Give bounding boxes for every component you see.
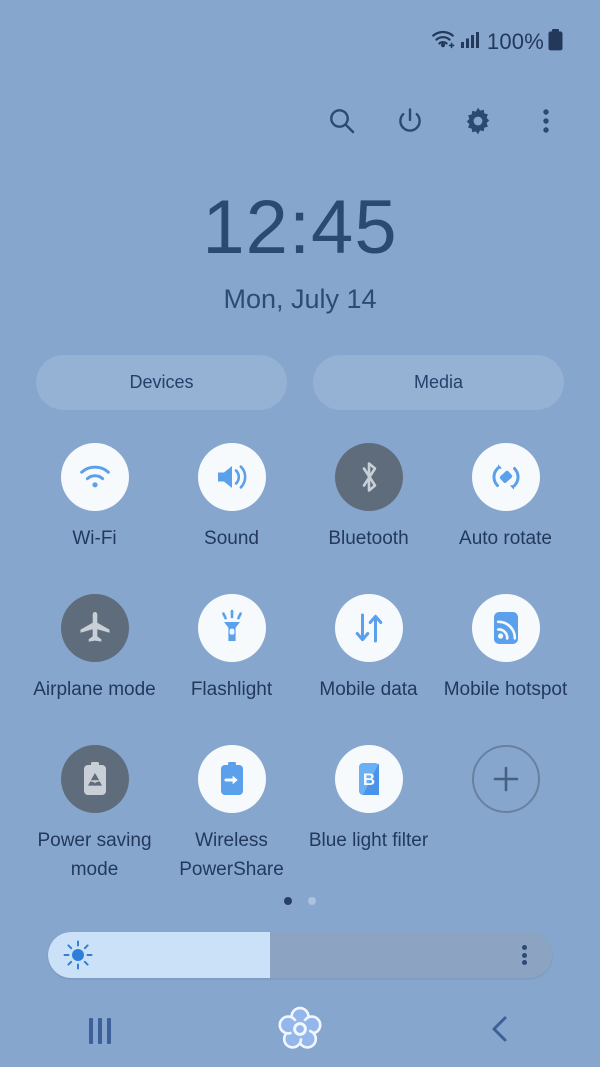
svg-text:B: B — [362, 770, 374, 789]
power-saving-icon — [60, 745, 129, 813]
add-icon — [471, 745, 540, 813]
mobile-hotspot-icon — [471, 594, 540, 662]
wifi-icon — [431, 29, 457, 56]
quick-settings-panel: 100% 12:45 Mon, July 14 Devices Media Wi… — [0, 0, 600, 1067]
tile-power-saving-mode[interactable]: Power saving mode — [26, 745, 163, 896]
brightness-more-options-icon[interactable] — [512, 943, 536, 967]
tile-label: Wi-Fi — [72, 528, 117, 549]
tile-wireless-powershare[interactable]: Wireless PowerShare — [163, 745, 300, 896]
tile-bluetooth[interactable]: Bluetooth — [300, 443, 437, 594]
tile-label: Bluetooth — [328, 528, 409, 549]
tile-mobile-hotspot[interactable]: Mobile hotspot — [437, 594, 574, 745]
battery-percent-text: 100% — [486, 29, 544, 54]
recents-button[interactable] — [64, 1003, 136, 1059]
tile-label: Auto rotate — [459, 528, 552, 549]
bluetooth-icon — [334, 443, 403, 511]
tile-label: Airplane mode — [33, 679, 156, 700]
brightness-sun-icon — [62, 939, 94, 971]
quick-settings-tile-grid: Wi-Fi Sound Bluetooth Auto rotate Airpla… — [26, 443, 574, 896]
tile-flashlight[interactable]: Flashlight — [163, 594, 300, 745]
power-icon[interactable] — [392, 103, 428, 139]
page-dot-active[interactable] — [284, 897, 292, 905]
auto-rotate-icon — [471, 443, 540, 511]
flower-home-icon — [274, 1003, 326, 1060]
tile-mobile-data[interactable]: Mobile data — [300, 594, 437, 745]
more-options-icon[interactable] — [528, 103, 564, 139]
dot — [521, 945, 527, 950]
back-button[interactable] — [464, 1003, 536, 1059]
airplane-icon — [60, 594, 129, 662]
tile-label: Power saving mode — [37, 830, 152, 880]
tile-sound[interactable]: Sound — [163, 443, 300, 594]
battery-full-icon — [547, 28, 564, 57]
gear-icon[interactable] — [460, 103, 496, 139]
back-chevron-icon — [486, 1013, 514, 1050]
tile-label: Mobile data — [319, 679, 418, 700]
page-dot-inactive[interactable] — [308, 897, 316, 905]
tile-blue-light-filter[interactable]: B Blue light filter — [300, 745, 437, 896]
status-icons: 100% — [431, 28, 564, 57]
devices-pill[interactable]: Devices — [36, 355, 287, 410]
page-indicator — [0, 897, 600, 905]
sound-icon — [197, 443, 266, 511]
shortcut-pill-row: Devices Media — [36, 355, 564, 410]
clock-date: Mon, July 14 — [223, 284, 377, 314]
tile-label: Mobile hotspot — [443, 679, 568, 700]
wifi-icon — [60, 443, 129, 511]
tile-wifi[interactable]: Wi-Fi — [26, 443, 163, 594]
clock-area[interactable]: 12:45 Mon, July 14 — [0, 186, 600, 318]
wireless-powershare-icon — [197, 745, 266, 813]
dot — [521, 960, 527, 965]
brightness-slider[interactable] — [48, 932, 552, 978]
blue-light-filter-icon: B — [334, 745, 403, 813]
tile-auto-rotate[interactable]: Auto rotate — [437, 443, 574, 594]
tile-add-button[interactable] — [437, 745, 574, 896]
tile-label: Blue light filter — [308, 830, 429, 851]
header-icon-row — [0, 90, 600, 152]
tile-airplane-mode[interactable]: Airplane mode — [26, 594, 163, 745]
cellular-signal-icon — [460, 29, 480, 56]
tile-label: Sound — [204, 528, 259, 549]
flashlight-icon — [197, 594, 266, 662]
clock-time: 12:45 — [202, 185, 398, 270]
recents-icon — [89, 1018, 111, 1044]
tile-label: Flashlight — [190, 679, 273, 700]
status-bar: 100% — [0, 0, 600, 84]
tile-label: Wireless PowerShare — [179, 830, 284, 880]
mobile-data-icon — [334, 594, 403, 662]
search-icon[interactable] — [324, 103, 360, 139]
media-pill[interactable]: Media — [313, 355, 564, 410]
navigation-bar — [0, 995, 600, 1067]
home-button[interactable] — [264, 1003, 336, 1059]
dot — [521, 952, 527, 958]
